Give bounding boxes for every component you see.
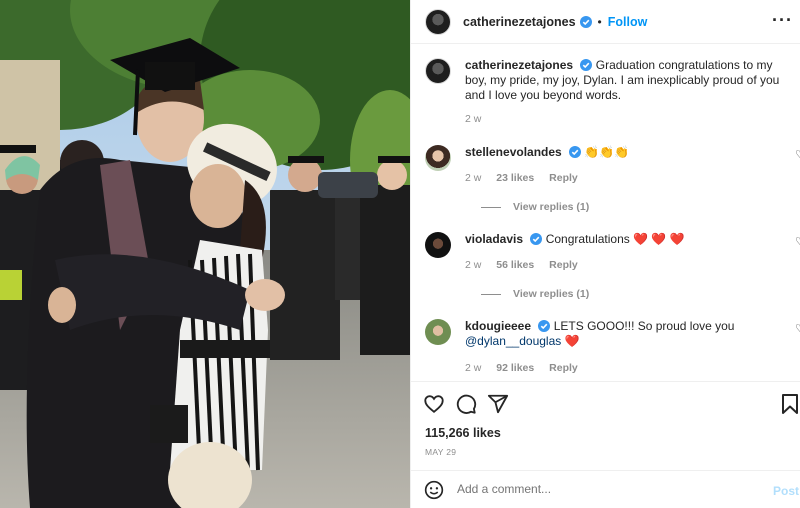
- add-comment-input[interactable]: [457, 482, 757, 496]
- comment-body: LETS GOOO!!! So proud love you: [553, 319, 735, 333]
- emoji-icon[interactable]: [424, 480, 444, 500]
- comment-body: Congratulations ❤️ ❤️ ❤️: [545, 232, 685, 246]
- comment-text: stellenevolandes 👏👏👏: [465, 145, 795, 160]
- comment-username[interactable]: stellenevolandes: [465, 145, 562, 159]
- reply-button[interactable]: Reply: [549, 362, 578, 374]
- heart-icon[interactable]: [423, 393, 445, 415]
- like-count[interactable]: 115,266 likes: [425, 426, 501, 440]
- comment-time[interactable]: 2 w: [465, 362, 481, 374]
- post-header: catherinezetajones • Follow ···: [411, 0, 800, 44]
- comment-like-icon[interactable]: ♡: [795, 322, 800, 335]
- comment-text: kdougieeee LETS GOOO!!! So proud love yo…: [465, 319, 795, 349]
- comment-body: 👏👏👏: [584, 145, 630, 159]
- verified-badge-icon: [579, 15, 592, 28]
- comment-username[interactable]: kdougieeee: [465, 319, 531, 333]
- comment-meta: 2 w 56 likes Reply: [465, 259, 590, 271]
- comment-username[interactable]: violadavis: [465, 232, 523, 246]
- follow-button[interactable]: Follow: [608, 15, 648, 29]
- caption-text: catherinezetajones Graduation congratula…: [465, 58, 795, 103]
- verified-badge-icon: [580, 59, 593, 71]
- caption-meta: 2 w: [465, 113, 493, 125]
- comment-likes[interactable]: 92 likes: [496, 362, 534, 374]
- post-photo[interactable]: [0, 0, 410, 508]
- bookmark-icon[interactable]: [781, 393, 799, 415]
- commenter-avatar[interactable]: [425, 145, 451, 171]
- post-details-panel: catherinezetajones • Follow ··· catherin…: [410, 0, 800, 508]
- verified-badge-icon: [530, 233, 543, 245]
- reply-button[interactable]: Reply: [549, 259, 578, 271]
- comment-icon[interactable]: [455, 393, 477, 415]
- graduation-photo: [0, 0, 410, 508]
- comments-list[interactable]: catherinezetajones Graduation congratula…: [411, 45, 800, 380]
- more-options-icon[interactable]: ···: [772, 10, 793, 31]
- separator-dot: •: [597, 14, 602, 29]
- commenter-avatar[interactable]: [425, 232, 451, 258]
- verified-badge-icon: [538, 320, 551, 332]
- replies-line: [481, 206, 501, 208]
- reply-button[interactable]: Reply: [549, 172, 578, 184]
- post-comment-button[interactable]: Post: [773, 484, 799, 498]
- comment-body-end: ❤️: [561, 334, 580, 348]
- view-replies-button[interactable]: View replies (1): [481, 288, 589, 300]
- comment-likes[interactable]: 56 likes: [496, 259, 534, 271]
- comment-text: violadavis Congratulations ❤️ ❤️ ❤️: [465, 232, 795, 247]
- view-replies-button[interactable]: View replies (1): [481, 201, 589, 213]
- comment-time[interactable]: 2 w: [465, 172, 481, 184]
- caption-time[interactable]: 2 w: [465, 113, 481, 125]
- post-date: MAY 29: [425, 447, 457, 457]
- comment-meta: 2 w 23 likes Reply: [465, 172, 590, 184]
- share-icon[interactable]: [487, 393, 509, 415]
- comment-meta: 2 w 92 likes Reply: [465, 362, 590, 374]
- replies-line: [481, 293, 501, 295]
- view-replies-label: View replies (1): [513, 201, 590, 213]
- action-bar: [411, 381, 800, 425]
- add-comment-bar: Post: [411, 470, 800, 508]
- mention-link[interactable]: @dylan__douglas: [465, 334, 561, 348]
- comment-time[interactable]: 2 w: [465, 259, 481, 271]
- caption-username[interactable]: catherinezetajones: [465, 58, 573, 72]
- comment-like-icon[interactable]: ♡: [795, 235, 800, 248]
- caption-avatar[interactable]: [425, 58, 451, 84]
- commenter-avatar[interactable]: [425, 319, 451, 345]
- verified-badge-icon: [569, 146, 582, 158]
- author-avatar[interactable]: [425, 8, 451, 35]
- comment-like-icon[interactable]: ♡: [795, 148, 800, 161]
- comment-likes[interactable]: 23 likes: [496, 172, 534, 184]
- view-replies-label: View replies (1): [513, 288, 590, 300]
- author-username[interactable]: catherinezetajones: [463, 15, 576, 29]
